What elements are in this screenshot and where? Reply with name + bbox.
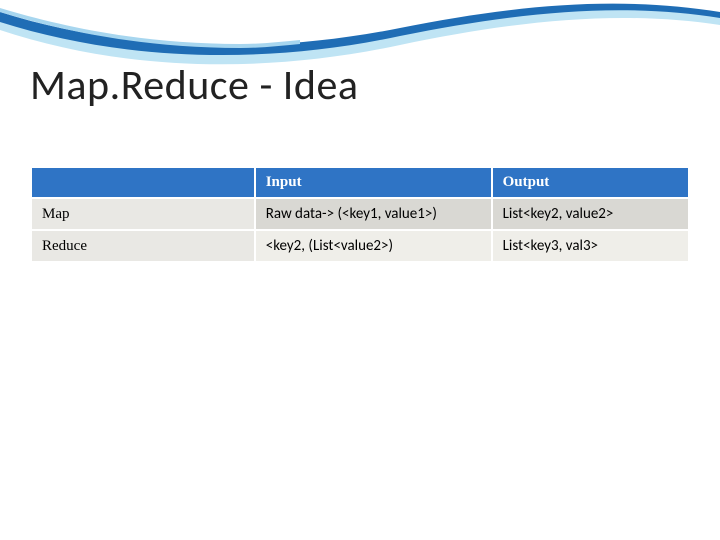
table-header-output: Output [492,167,689,198]
slide-title: Map.Reduce - Idea [30,60,690,111]
cell-map-input: Raw data-> (<key1, value1>) [255,198,492,230]
table-row: Map Raw data-> (<key1, value1>) List<key… [31,198,689,230]
cell-reduce-output: List<key3, val3> [492,230,689,262]
table-header-row: Input Output [31,167,689,198]
table-row: Reduce <key2, (List<value2>) List<key3, … [31,230,689,262]
table-header-blank [31,167,255,198]
cell-map-output: List<key2, value2> [492,198,689,230]
cell-reduce-input: <key2, (List<value2>) [255,230,492,262]
mapreduce-table: Input Output Map Raw data-> (<key1, valu… [30,166,690,263]
row-label-reduce: Reduce [31,230,255,262]
table-header-input: Input [255,167,492,198]
slide-content: Map.Reduce - Idea Input Output Map Raw d… [30,60,690,263]
row-label-map: Map [31,198,255,230]
